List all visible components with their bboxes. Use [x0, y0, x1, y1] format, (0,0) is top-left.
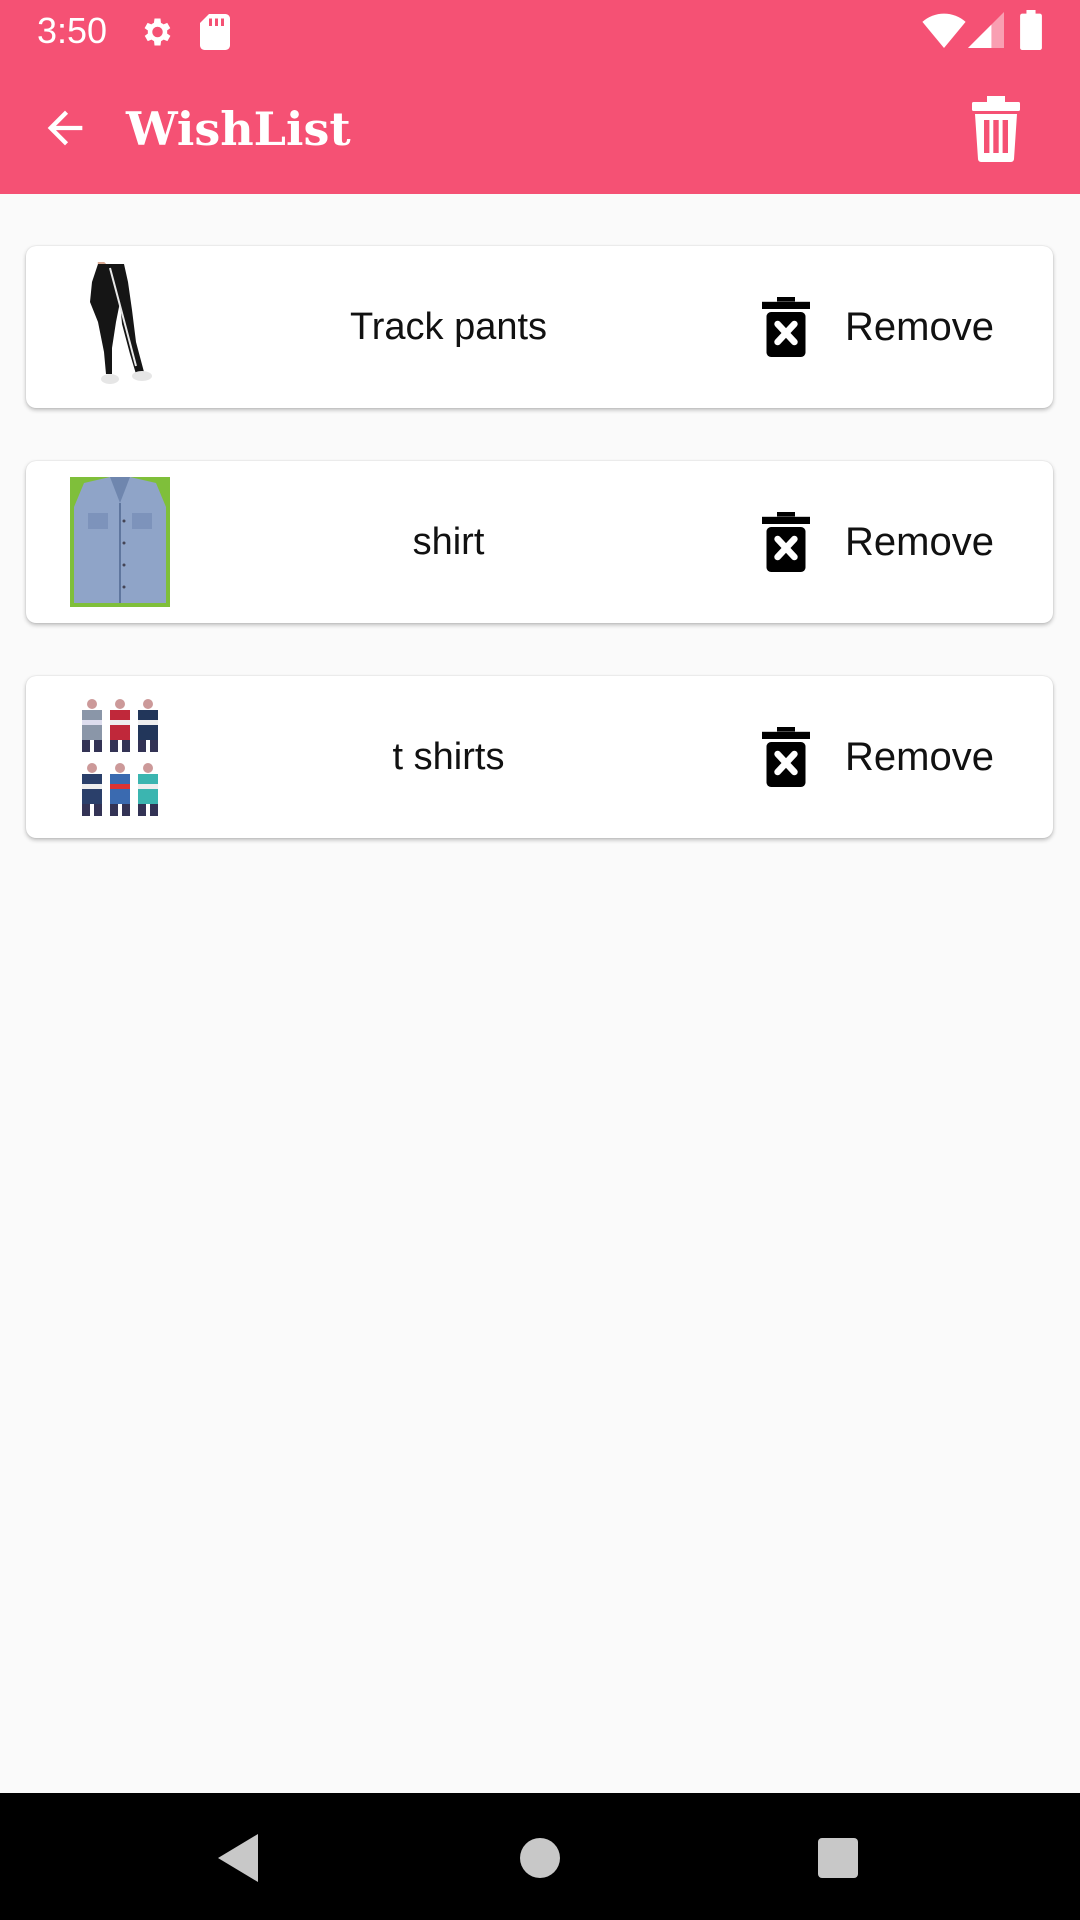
settings-icon — [144, 18, 171, 46]
trash-icon — [972, 96, 1020, 162]
battery-icon — [1020, 10, 1042, 50]
remove-trash-icon — [762, 297, 810, 357]
remove-label: Remove — [845, 519, 994, 564]
remove-trash-icon — [762, 512, 810, 572]
t-shirts-image — [70, 692, 170, 822]
denim-shirt-image — [70, 477, 170, 607]
remove-label: Remove — [845, 304, 994, 349]
status-time: 3:50 — [37, 10, 108, 51]
status-bar: 3:50 — [0, 0, 1080, 63]
wishlist-item-card: t shirts Remove — [26, 676, 1053, 838]
recents-nav-icon — [818, 1838, 858, 1878]
signal-icon — [968, 12, 1004, 48]
nav-home-button[interactable] — [510, 1828, 570, 1888]
page-title: WishList — [126, 102, 351, 156]
delete-all-button[interactable] — [960, 89, 1032, 169]
app-bar: WishList — [0, 63, 1080, 194]
back-nav-icon — [218, 1834, 258, 1882]
item-name: Track pants — [349, 305, 548, 348]
remove-button[interactable]: Remove — [726, 461, 1026, 623]
item-name: shirt — [412, 520, 485, 563]
item-name: t shirts — [392, 735, 505, 778]
arrow-back-icon — [47, 110, 83, 146]
wifi-icon — [922, 13, 966, 48]
system-nav-bar — [0, 1793, 1080, 1920]
sd-card-icon — [200, 14, 230, 50]
back-button[interactable] — [30, 93, 100, 163]
remove-label: Remove — [845, 734, 994, 779]
remove-trash-icon — [762, 727, 810, 787]
track-pants-image — [70, 262, 170, 392]
nav-recents-button[interactable] — [808, 1828, 868, 1888]
wishlist-item-card: Track pants Remove — [26, 246, 1053, 408]
nav-back-button[interactable] — [210, 1828, 270, 1888]
home-nav-icon — [520, 1838, 560, 1878]
wishlist-item-card: shirt Remove — [26, 461, 1053, 623]
remove-button[interactable]: Remove — [726, 676, 1026, 838]
remove-button[interactable]: Remove — [726, 246, 1026, 408]
